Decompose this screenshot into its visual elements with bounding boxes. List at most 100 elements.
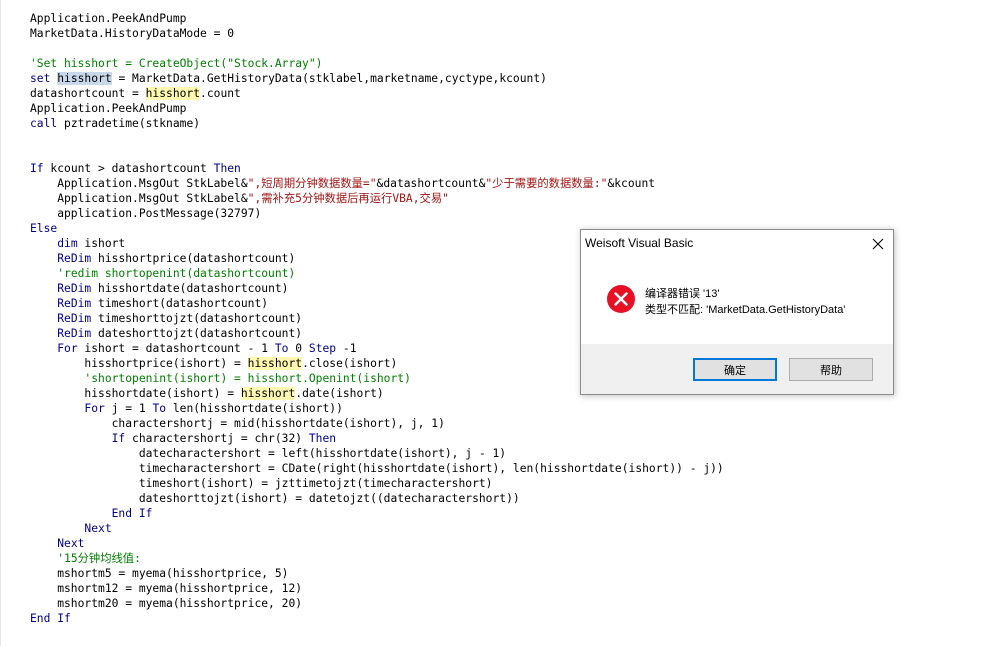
- code-token: ishort = datashortcount - 1: [77, 342, 275, 355]
- code-token: call: [30, 117, 58, 130]
- code-token: hisshortdate(datashortcount): [91, 282, 289, 295]
- code-token: &datashortcount&: [376, 177, 486, 190]
- code-token: Next: [57, 537, 85, 550]
- code-token: For: [57, 342, 78, 355]
- code-token: 0: [288, 342, 309, 355]
- code-line: If charactershortj = chr(32) Then: [30, 431, 724, 446]
- code-token: For: [84, 402, 105, 415]
- dialog-title: Weisoft Visual Basic: [585, 236, 694, 250]
- code-line: timecharactershort = CDate(right(hisshor…: [30, 461, 724, 476]
- code-token: End If: [111, 507, 153, 520]
- code-token: dateshorttojzt(datashortcount): [91, 327, 303, 340]
- code-line: timeshort(ishort) = jzttimetojzt(timecha…: [30, 476, 724, 491]
- code-token: MarketData.HistoryDataMode = 0: [30, 27, 235, 40]
- code-line: 'Set hisshort = CreateObject("Stock.Arra…: [30, 56, 724, 71]
- code-token: ",短周期分钟数据数量=": [247, 177, 377, 190]
- code-token: application.PostMessage(32797): [30, 207, 262, 220]
- code-line: Application.PeekAndPump: [30, 101, 724, 116]
- code-line: Application.PeekAndPump: [30, 11, 724, 26]
- code-token: timeshort(datashortcount): [91, 297, 269, 310]
- code-token: '15分钟均线值:: [57, 552, 141, 565]
- code-token: mshortm5 = myema(hisshortprice, 5): [30, 567, 289, 580]
- code-line: datecharactershort = left(hisshortdate(i…: [30, 446, 724, 461]
- code-token: hisshort: [57, 72, 112, 85]
- close-icon: [872, 238, 884, 250]
- code-token: .date(ishort): [295, 387, 384, 400]
- code-token: mshortm20 = myema(hisshortprice, 20): [30, 597, 303, 610]
- code-token: ishort: [77, 237, 126, 250]
- code-line: If kcount > datashortcount Then: [30, 161, 724, 176]
- code-token: "少于需要的数据数量:": [485, 177, 608, 190]
- error-message-detail: 类型不匹配: 'MarketData.GetHistoryData': [645, 304, 846, 316]
- editor-left-margin: [0, 0, 1, 646]
- code-token: timeshort(ishort) = jzttimetojzt(timecha…: [30, 477, 493, 490]
- code-token: Step: [308, 342, 337, 355]
- code-token: ReDim: [57, 282, 92, 295]
- dialog-body: 编译器错误 '13' 类型不匹配: 'MarketData.GetHistory…: [581, 258, 893, 344]
- code-token: datashortcount =: [30, 87, 146, 100]
- code-line: dateshorttojzt(ishort) = datetojzt((date…: [30, 491, 724, 506]
- code-line: call pztradetime(stkname): [30, 116, 724, 131]
- code-line: mshortm12 = myema(hisshortprice, 12): [30, 581, 724, 596]
- code-token: hisshort: [247, 357, 303, 370]
- code-token: Application.MsgOut StkLabel&: [30, 192, 248, 205]
- code-token: To: [274, 342, 289, 355]
- code-line: set hisshort = MarketData.GetHistoryData…: [30, 71, 724, 86]
- code-token: .count: [200, 87, 241, 100]
- dialog-close-button[interactable]: [867, 233, 889, 255]
- code-line: mshortm20 = myema(hisshortprice, 20): [30, 596, 724, 611]
- code-token: Then: [308, 432, 337, 445]
- code-token: mshortm12 = myema(hisshortprice, 12): [30, 582, 303, 595]
- code-line: Next: [30, 536, 724, 551]
- code-line: Application.MsgOut StkLabel&",需补充5分钟数据后再…: [30, 191, 724, 206]
- code-token: To: [152, 402, 167, 415]
- code-token: Else: [30, 222, 58, 235]
- dialog-titlebar[interactable]: Weisoft Visual Basic: [581, 230, 893, 258]
- code-token: pztradetime(stkname): [57, 117, 201, 130]
- code-token: End If: [30, 612, 71, 625]
- dialog-button-bar: 确定 帮助: [581, 344, 893, 394]
- code-token: hisshort: [145, 87, 201, 100]
- code-line: End If: [30, 506, 724, 521]
- code-token: len(hisshortdate(ishort)): [166, 402, 343, 415]
- code-token: &kcount: [607, 177, 656, 190]
- code-token: datecharactershort = left(hisshortdate(i…: [30, 447, 507, 460]
- code-token: timeshorttojzt(datashortcount): [91, 312, 303, 325]
- error-message-title: 编译器错误 '13': [645, 288, 720, 300]
- error-icon: [607, 285, 635, 313]
- code-line: '15分钟均线值:: [30, 551, 724, 566]
- code-token: ReDim: [57, 327, 92, 340]
- code-token: Application.PeekAndPump: [30, 102, 187, 115]
- code-token: = MarketData.GetHistoryData(stklabel,mar…: [111, 72, 547, 85]
- code-line: MarketData.HistoryDataMode = 0: [30, 26, 724, 41]
- code-token: timecharactershort = CDate(right(hisshor…: [30, 462, 724, 475]
- code-token: -1: [336, 342, 357, 355]
- help-button[interactable]: 帮助: [789, 358, 873, 381]
- code-token: Then: [213, 162, 241, 175]
- ok-button[interactable]: 确定: [693, 358, 777, 381]
- code-token: Next: [84, 522, 112, 535]
- code-line: Next: [30, 521, 724, 536]
- code-token: dim: [57, 237, 78, 250]
- code-token: ReDim: [57, 297, 92, 310]
- code-token: ",需补充5分钟数据后再运行VBA,交易": [247, 192, 449, 205]
- code-token: charactershortj = chr(32): [125, 432, 309, 445]
- code-line: End If: [30, 611, 724, 626]
- code-token: dateshorttojzt(ishort) = datetojzt((date…: [30, 492, 520, 505]
- code-token: 'shortopenint(ishort) = hisshort.Openint…: [84, 372, 411, 385]
- code-token: ReDim: [57, 312, 92, 325]
- code-token: kcount > datashortcount: [43, 162, 214, 175]
